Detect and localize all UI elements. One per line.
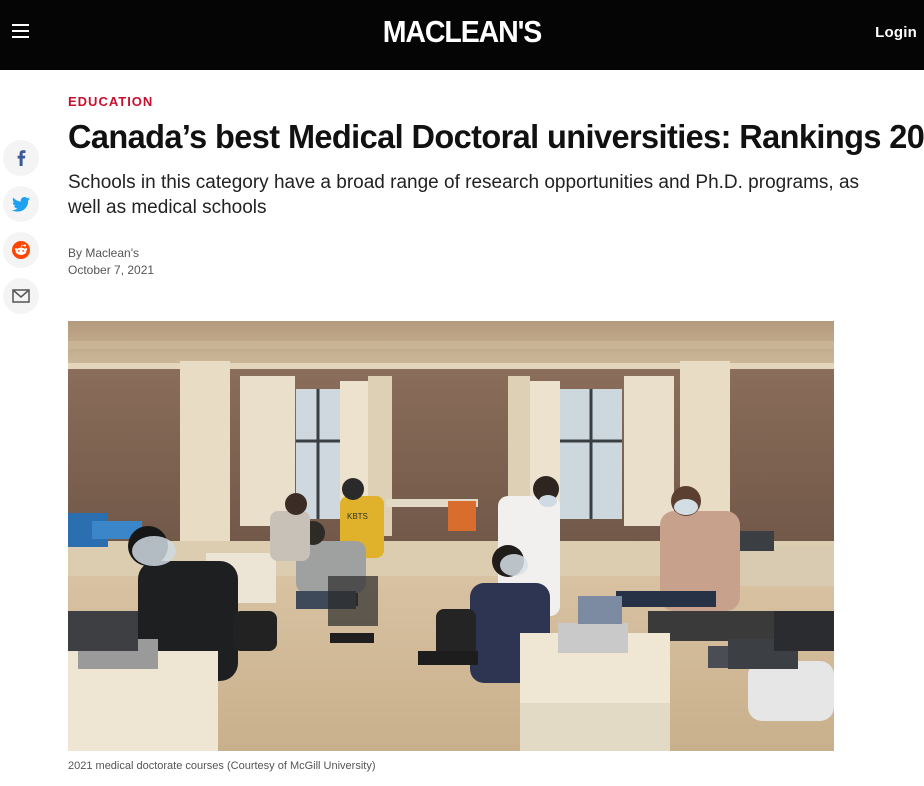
login-link[interactable]: Login	[875, 24, 917, 41]
article-photo: KBTS	[68, 321, 834, 751]
site-logo[interactable]: MACLEAN'S	[37, 14, 887, 50]
author[interactable]: By Maclean's	[68, 245, 154, 262]
reddit-share-button[interactable]	[3, 232, 39, 268]
article-dek: Schools in this category have a broad ra…	[68, 172, 860, 218]
byline: By Maclean's October 7, 2021	[68, 245, 154, 279]
hamburger-menu-icon[interactable]	[12, 24, 30, 42]
twitter-icon	[12, 196, 30, 212]
facebook-share-button[interactable]	[3, 140, 39, 176]
article-title: Canada’s best Medical Doctoral universit…	[68, 118, 924, 155]
photo-caption: 2021 medical doctorate courses (Courtesy…	[68, 760, 376, 772]
email-share-button[interactable]	[3, 278, 39, 314]
share-bar	[3, 140, 39, 324]
twitter-share-button[interactable]	[3, 186, 39, 222]
email-icon	[12, 289, 30, 303]
photo-sweatshirt-text: KBTS	[347, 512, 368, 521]
publish-date: October 7, 2021	[68, 263, 155, 277]
section-label[interactable]: EDUCATION	[68, 94, 153, 109]
facebook-icon	[17, 150, 26, 166]
reddit-icon	[12, 241, 30, 259]
site-header: MACLEAN'S Login	[0, 0, 924, 70]
